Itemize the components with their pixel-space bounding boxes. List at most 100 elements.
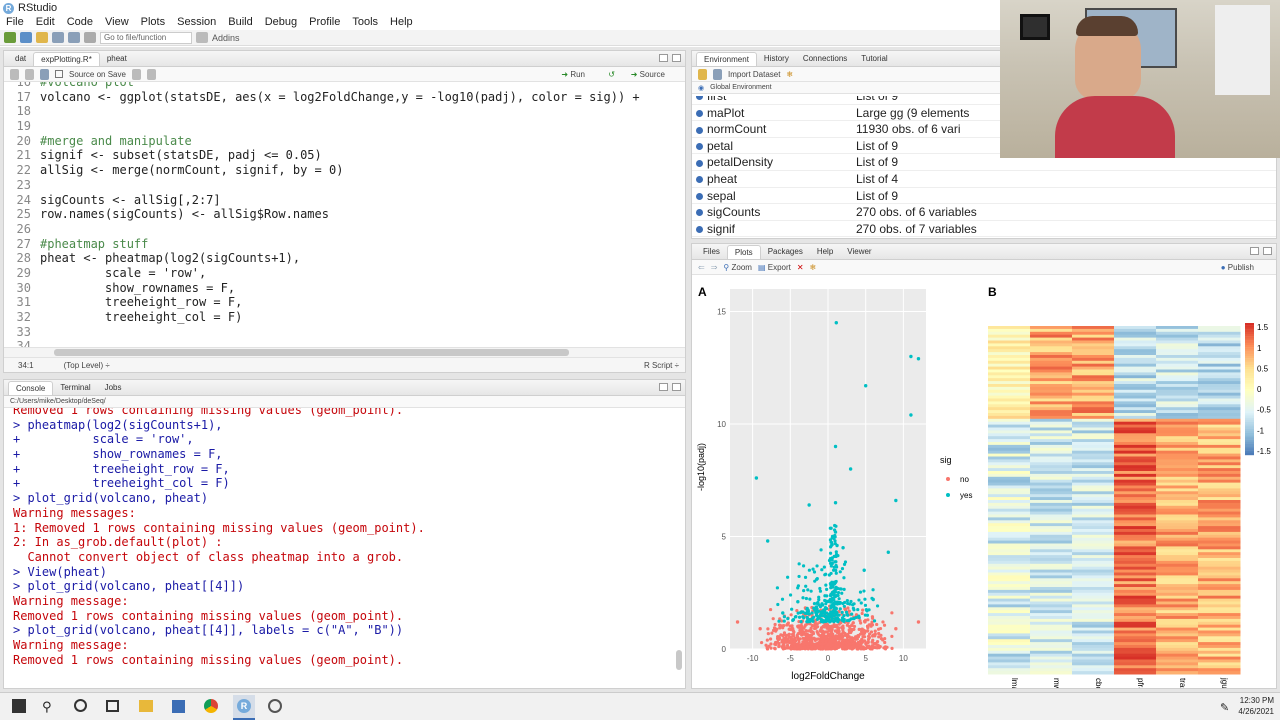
- goto-file-input[interactable]: Go to file/function: [100, 31, 192, 44]
- tab-connections[interactable]: Connections: [796, 52, 854, 66]
- clock-time[interactable]: 12:30 PM: [1238, 696, 1274, 705]
- console-output[interactable]: Removed 1 rows containing missing values…: [4, 408, 685, 670]
- expand-icon[interactable]: [696, 159, 703, 167]
- scrollbar-thumb[interactable]: [54, 349, 569, 356]
- broom-icon[interactable]: ❄: [810, 263, 817, 272]
- menu-code[interactable]: Code: [67, 16, 93, 30]
- env-row-sepal[interactable]: sepal List of 9: [692, 188, 1276, 205]
- tab-viewer[interactable]: Viewer: [840, 245, 878, 259]
- code-line[interactable]: 24 sigCounts <- allSig[,2:7]: [4, 193, 685, 208]
- app2-icon[interactable]: [268, 699, 282, 713]
- working-directory[interactable]: C:/Users/mike/Desktop/deSeq/: [10, 398, 106, 405]
- app-icon[interactable]: [172, 700, 185, 713]
- menu-view[interactable]: View: [105, 16, 129, 30]
- expand-icon[interactable]: [696, 143, 703, 151]
- menu-help[interactable]: Help: [390, 16, 413, 30]
- expand-icon[interactable]: [696, 126, 703, 134]
- tab-packages[interactable]: Packages: [761, 245, 810, 259]
- search-icon[interactable]: ⚲: [42, 699, 52, 715]
- rerun-icon[interactable]: ↺: [608, 70, 615, 79]
- minimize-icon[interactable]: [659, 383, 668, 391]
- console-scrollbar[interactable]: [676, 650, 682, 670]
- maximize-icon[interactable]: [672, 54, 681, 62]
- menu-plots[interactable]: Plots: [141, 16, 165, 30]
- code-line[interactable]: 16 #volcano plot: [4, 82, 685, 90]
- expand-icon[interactable]: [696, 192, 703, 200]
- code-line[interactable]: 19: [4, 119, 685, 134]
- code-line[interactable]: 27 #pheatmap stuff: [4, 237, 685, 252]
- tab-terminal[interactable]: Terminal: [53, 381, 97, 395]
- code-line[interactable]: 18: [4, 104, 685, 119]
- save-icon[interactable]: [52, 32, 64, 43]
- clock-date[interactable]: 4/26/2021: [1236, 707, 1274, 716]
- next-plot-icon[interactable]: ⇒: [711, 263, 718, 272]
- code-line[interactable]: 25 row.names(sigCounts) <- allSig$Row.nam…: [4, 207, 685, 222]
- code-editor[interactable]: 16 #volcano plot 17 volcano <- ggplot(stats…: [4, 82, 685, 358]
- environment-scope-selector[interactable]: Global Environment: [710, 84, 771, 91]
- code-line[interactable]: 22 allSig <- merge(normCount, signif, by …: [4, 163, 685, 178]
- remove-plot-icon[interactable]: ✕: [797, 263, 804, 272]
- broom-icon[interactable]: ❄: [786, 70, 793, 79]
- wand-icon[interactable]: [146, 68, 156, 80]
- code-line[interactable]: 32 treeheight_col = F): [4, 310, 685, 325]
- scope-selector[interactable]: (Top Level) ÷: [64, 361, 110, 370]
- code-line[interactable]: 20 #merge and manipulate: [4, 134, 685, 149]
- code-line[interactable]: 29 scale = 'row',: [4, 266, 685, 281]
- cortana-icon[interactable]: [74, 699, 87, 712]
- print-icon[interactable]: [84, 32, 96, 43]
- code-line[interactable]: 28 pheat <- pheatmap(log2(sigCounts+1),: [4, 251, 685, 266]
- file-type-selector[interactable]: R Script ÷: [644, 361, 679, 370]
- tab-dat[interactable]: dat: [8, 52, 33, 66]
- tray-icon[interactable]: ✎: [1220, 701, 1229, 714]
- zoom-button[interactable]: ⚲ Zoom: [723, 263, 752, 272]
- code-line[interactable]: 30 show_rownames = F,: [4, 281, 685, 296]
- task-view-icon[interactable]: [106, 700, 119, 712]
- grid-icon[interactable]: [196, 32, 208, 43]
- forward-icon[interactable]: [25, 68, 34, 80]
- publish-button[interactable]: ● Publish: [1221, 263, 1254, 272]
- export-button[interactable]: ▤ Export: [758, 263, 791, 272]
- chrome-icon[interactable]: [204, 699, 218, 713]
- tab-plots[interactable]: Plots: [726, 245, 761, 259]
- tab-history[interactable]: History: [757, 52, 796, 66]
- save-all-icon[interactable]: [68, 32, 80, 43]
- code-line[interactable]: 26: [4, 222, 685, 237]
- addins-menu[interactable]: Addins: [212, 33, 240, 43]
- tab-help[interactable]: Help: [810, 245, 840, 259]
- search-icon[interactable]: [131, 68, 141, 80]
- new-project-icon[interactable]: [20, 32, 32, 43]
- save-icon[interactable]: [40, 68, 49, 80]
- horizontal-scrollbar[interactable]: [4, 347, 685, 357]
- tab-console[interactable]: Console: [8, 381, 54, 395]
- code-line[interactable]: 33: [4, 325, 685, 340]
- expand-icon[interactable]: [696, 96, 703, 101]
- menu-profile[interactable]: Profile: [309, 16, 340, 30]
- start-icon[interactable]: [12, 699, 26, 713]
- back-icon[interactable]: [10, 68, 19, 80]
- env-row-pheat[interactable]: pheat List of 4: [692, 171, 1276, 188]
- menu-edit[interactable]: Edit: [36, 16, 55, 30]
- tab-tutorial[interactable]: Tutorial: [854, 52, 894, 66]
- expand-icon[interactable]: [696, 109, 703, 117]
- menu-debug[interactable]: Debug: [265, 16, 297, 30]
- maximize-icon[interactable]: [672, 383, 681, 391]
- menu-file[interactable]: File: [6, 16, 24, 30]
- tab-pheat[interactable]: pheat: [100, 52, 134, 66]
- tab-expplotting[interactable]: expPlotting.R*: [33, 52, 100, 66]
- source-on-save-checkbox[interactable]: [55, 70, 63, 78]
- open-file-icon[interactable]: [36, 32, 48, 43]
- menu-tools[interactable]: Tools: [352, 16, 378, 30]
- run-button[interactable]: ➜ Run: [561, 70, 585, 79]
- menu-build[interactable]: Build: [228, 16, 252, 30]
- minimize-icon[interactable]: [659, 54, 668, 62]
- code-line[interactable]: 17 volcano <- ggplot(statsDE, aes(x = log…: [4, 90, 685, 105]
- code-line[interactable]: 23: [4, 178, 685, 193]
- expand-icon[interactable]: [696, 176, 703, 184]
- code-line[interactable]: 21 signif <- subset(statsDE, padj <= 0.05…: [4, 148, 685, 163]
- file-explorer-icon[interactable]: [139, 700, 153, 712]
- tab-jobs[interactable]: Jobs: [98, 381, 129, 395]
- load-workspace-icon[interactable]: [698, 68, 707, 80]
- save-workspace-icon[interactable]: [713, 68, 722, 80]
- env-row-signif[interactable]: signif 270 obs. of 7 variables: [692, 221, 1276, 238]
- menu-session[interactable]: Session: [177, 16, 216, 30]
